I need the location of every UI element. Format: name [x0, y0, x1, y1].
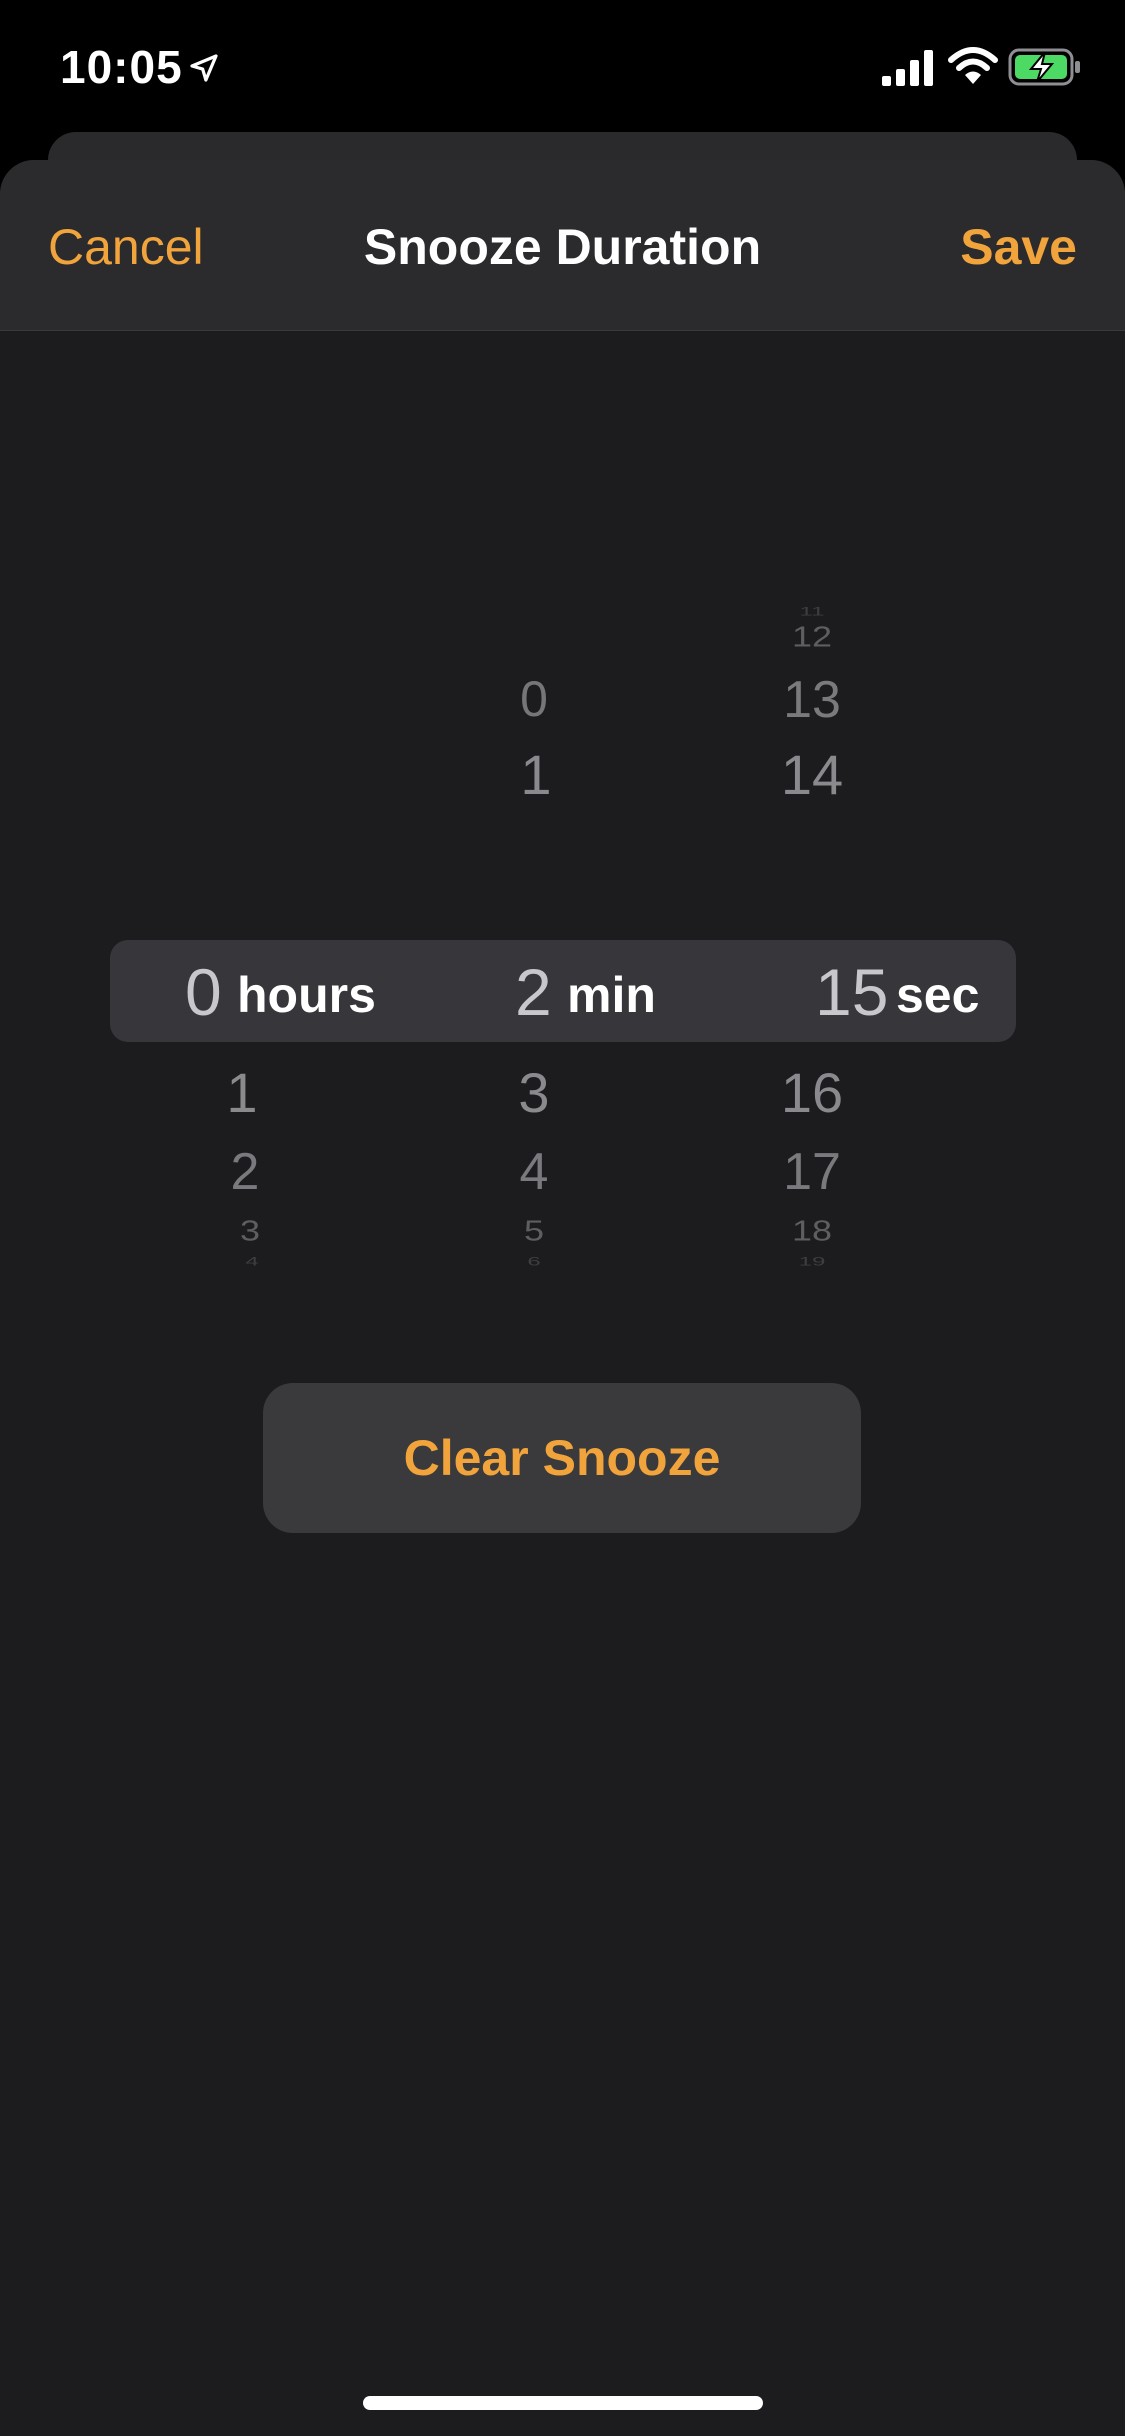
seconds-unit-label: sec — [896, 967, 980, 1023]
status-bar: 10:05 — [0, 0, 1125, 132]
seconds-option[interactable]: 14 — [752, 742, 872, 807]
minutes-option[interactable]: 5 — [474, 1214, 594, 1248]
battery-charging-icon — [1008, 48, 1080, 86]
hours-option[interactable]: 1 — [182, 1060, 302, 1125]
seconds-selected-value: 15 — [815, 955, 889, 1029]
minutes-option[interactable]: 4 — [474, 1142, 594, 1202]
seconds-option[interactable]: 19 — [752, 1255, 872, 1269]
seconds-option[interactable]: 12 — [752, 620, 872, 654]
seconds-option[interactable]: 16 — [752, 1060, 872, 1125]
hours-option[interactable]: 2 — [185, 1142, 305, 1202]
minutes-unit-label: min — [567, 967, 656, 1023]
screen: 10:05 Cancel Snooze Duration Save 0 hour… — [0, 0, 1125, 2436]
cellular-signal-icon — [882, 50, 933, 86]
page-title: Snooze Duration — [363, 219, 762, 275]
seconds-option[interactable]: 17 — [752, 1142, 872, 1202]
nav-bar: Cancel Snooze Duration Save — [0, 160, 1125, 331]
minutes-option[interactable]: 0 — [474, 670, 594, 728]
hours-unit-label: hours — [237, 967, 376, 1023]
duration-picker: 0 hours 1 2 3 4 0 1 2 min 3 4 5 6 11 12 … — [0, 440, 1125, 1269]
home-indicator[interactable] — [363, 2396, 763, 2410]
hours-option[interactable]: 3 — [190, 1214, 310, 1248]
snooze-sheet: Cancel Snooze Duration Save 0 hours 1 2 … — [0, 160, 1125, 2436]
status-time: 10:05 — [60, 41, 183, 93]
seconds-option[interactable]: 18 — [752, 1214, 872, 1248]
save-button[interactable]: Save — [960, 218, 1077, 276]
seconds-option[interactable]: 11 — [752, 605, 872, 619]
minutes-option[interactable]: 3 — [474, 1060, 594, 1125]
location-arrow-icon — [190, 54, 218, 82]
seconds-option[interactable]: 13 — [752, 670, 872, 730]
hours-option[interactable]: 4 — [192, 1255, 312, 1269]
hours-selected-value: 0 — [185, 955, 222, 1029]
minutes-selected-value: 2 — [515, 955, 552, 1029]
minutes-option[interactable]: 1 — [476, 742, 596, 807]
clear-snooze-button[interactable]: Clear Snooze — [263, 1383, 861, 1533]
minutes-option[interactable]: 6 — [474, 1255, 594, 1269]
wifi-icon — [948, 47, 998, 84]
